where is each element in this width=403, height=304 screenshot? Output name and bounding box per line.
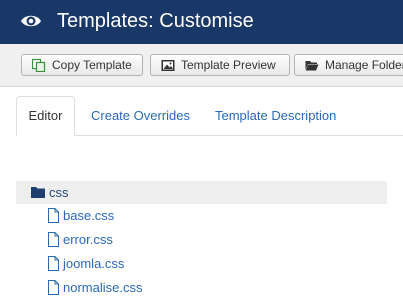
- file-row[interactable]: normalise.css: [16, 276, 387, 300]
- file-icon: [48, 256, 59, 271]
- file-row[interactable]: joomla.css: [16, 252, 387, 276]
- folder-label: css: [49, 185, 69, 200]
- tab-editor[interactable]: Editor: [16, 96, 75, 136]
- template-preview-button[interactable]: Template Preview: [150, 54, 290, 76]
- folder-open-icon: [305, 61, 319, 71]
- file-icon: [48, 232, 59, 247]
- file-link[interactable]: base.css: [63, 204, 114, 228]
- manage-folders-label: Manage Folders: [325, 58, 403, 72]
- copy-template-label: Copy Template: [52, 58, 132, 72]
- file-icon: [48, 208, 59, 223]
- toolbar: Copy Template Template Preview Manage Fo…: [0, 44, 403, 87]
- tab-bar: Editor Create Overrides Template Descrip…: [0, 96, 403, 136]
- page-header: Templates: Customise: [0, 0, 403, 44]
- folder-icon: [31, 187, 45, 198]
- file-link[interactable]: error.css: [63, 228, 113, 252]
- file-row[interactable]: error.css: [16, 228, 387, 252]
- template-preview-label: Template Preview: [181, 58, 276, 72]
- file-tree: css base.css error.css joomla.css normal…: [16, 181, 387, 300]
- page-title: Templates: Customise: [57, 10, 254, 32]
- folder-row-css[interactable]: css: [16, 181, 387, 204]
- copy-icon: [32, 59, 46, 72]
- manage-folders-button[interactable]: Manage Folders: [294, 54, 403, 76]
- eye-icon: [21, 15, 41, 27]
- tab-create-overrides[interactable]: Create Overrides: [91, 96, 190, 136]
- file-link[interactable]: joomla.css: [63, 252, 124, 276]
- image-icon: [161, 60, 175, 71]
- file-link[interactable]: normalise.css: [63, 276, 142, 300]
- copy-template-button[interactable]: Copy Template: [21, 54, 143, 76]
- file-row[interactable]: base.css: [16, 204, 387, 228]
- file-icon: [48, 280, 59, 295]
- tab-template-description[interactable]: Template Description: [215, 96, 336, 136]
